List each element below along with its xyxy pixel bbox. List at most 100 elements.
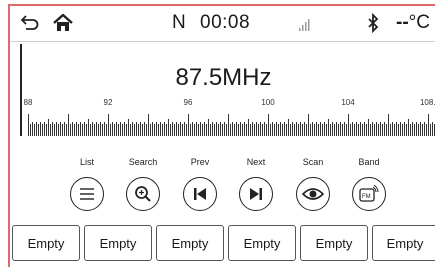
scale-tick bbox=[396, 122, 397, 136]
scale-tick bbox=[228, 114, 229, 136]
scale-tick bbox=[428, 114, 429, 136]
scale-tick bbox=[150, 124, 151, 136]
list-icon bbox=[70, 177, 104, 211]
scale-tick bbox=[48, 119, 49, 136]
scale-tick bbox=[196, 122, 197, 136]
scale-tick bbox=[372, 122, 373, 136]
prev-button[interactable]: Prev bbox=[180, 157, 220, 213]
scale-tick bbox=[332, 122, 333, 136]
scale-tick bbox=[414, 124, 415, 136]
scale-tick bbox=[320, 122, 321, 136]
scale-tick bbox=[276, 122, 277, 136]
scale-tick bbox=[170, 124, 171, 136]
search-label: Search bbox=[128, 157, 158, 167]
scale-tick bbox=[190, 124, 191, 136]
scale-tick bbox=[208, 119, 209, 136]
scale-tick bbox=[136, 122, 137, 136]
preset-button-4[interactable]: Empty bbox=[228, 225, 296, 261]
scale-tick bbox=[162, 124, 163, 136]
next-button[interactable]: Next bbox=[236, 157, 276, 213]
scale-tick bbox=[380, 122, 381, 136]
scale-tick bbox=[100, 122, 101, 136]
temperature-unit: °C bbox=[408, 12, 430, 33]
scale-tick bbox=[218, 124, 219, 136]
scale-tick bbox=[412, 122, 413, 136]
scale-tick bbox=[204, 122, 205, 136]
scale-tick bbox=[56, 122, 57, 136]
scale-tick bbox=[402, 124, 403, 136]
scale-tick bbox=[290, 124, 291, 136]
scale-tick bbox=[154, 124, 155, 136]
preset-bar: Empty Empty Empty Empty Empty Empty bbox=[10, 225, 435, 263]
scale-tick bbox=[160, 122, 161, 136]
preset-button-6[interactable]: Empty bbox=[372, 225, 435, 261]
scale-tick bbox=[140, 122, 141, 136]
preset-button-5[interactable]: Empty bbox=[300, 225, 368, 261]
scale-tick bbox=[30, 124, 31, 136]
svg-text:FM: FM bbox=[362, 194, 371, 200]
scale-tick bbox=[76, 122, 77, 136]
preset-button-2[interactable]: Empty bbox=[84, 225, 152, 261]
frequency-display: 87.5MHz bbox=[175, 64, 272, 91]
scale-tick bbox=[420, 122, 421, 136]
scale-tick bbox=[92, 122, 93, 136]
scale-tick bbox=[284, 122, 285, 136]
scale-tick bbox=[272, 122, 273, 136]
band-indicator: N bbox=[172, 12, 186, 33]
scale-label: 104 bbox=[341, 98, 355, 107]
scale-tick bbox=[242, 124, 243, 136]
scale-tick bbox=[298, 124, 299, 136]
scale-tick bbox=[138, 124, 139, 136]
search-button[interactable]: Search bbox=[123, 157, 163, 213]
scale-tick bbox=[400, 122, 401, 136]
signal-bars-icon bbox=[299, 19, 310, 31]
scale-tick bbox=[40, 122, 41, 136]
scale-tick bbox=[246, 124, 247, 136]
scale-tick bbox=[316, 122, 317, 136]
scale-tick bbox=[236, 122, 237, 136]
scale-tick bbox=[282, 124, 283, 136]
scan-eye-icon bbox=[296, 177, 330, 211]
scale-tick bbox=[426, 124, 427, 136]
scan-button[interactable]: Scan bbox=[293, 157, 333, 213]
home-icon[interactable] bbox=[52, 12, 74, 34]
scale-tick bbox=[270, 124, 271, 136]
scale-tick bbox=[82, 124, 83, 136]
scale-tick bbox=[182, 124, 183, 136]
scale-tick bbox=[378, 124, 379, 136]
scale-tick bbox=[222, 124, 223, 136]
scale-tick bbox=[418, 124, 419, 136]
frequency-scale[interactable]: 88 92 96 100 104 108.0 bbox=[24, 98, 435, 138]
radio-screen: N 00:08 --°C 87.5MHz 88 92 96 100 104 10… bbox=[8, 4, 435, 267]
scale-tick bbox=[410, 124, 411, 136]
scale-tick bbox=[102, 124, 103, 136]
scale-tick bbox=[234, 124, 235, 136]
scale-tick bbox=[54, 124, 55, 136]
scale-tick bbox=[206, 124, 207, 136]
preset-button-1[interactable]: Empty bbox=[12, 225, 80, 261]
scale-tick bbox=[68, 114, 69, 136]
scale-tick bbox=[118, 124, 119, 136]
scale-tick bbox=[432, 122, 433, 136]
scale-tick bbox=[336, 122, 337, 136]
back-arrow-icon[interactable] bbox=[18, 12, 40, 34]
scale-tick bbox=[226, 124, 227, 136]
scale-tick bbox=[314, 124, 315, 136]
scale-tick bbox=[178, 124, 179, 136]
scale-tick bbox=[174, 124, 175, 136]
status-bar: N 00:08 --°C bbox=[10, 6, 435, 42]
scale-tick bbox=[46, 124, 47, 136]
scale-tick bbox=[310, 124, 311, 136]
scale-tick bbox=[376, 122, 377, 136]
scale-label: 88 bbox=[24, 98, 33, 107]
list-button[interactable]: List bbox=[67, 157, 107, 213]
scale-tick bbox=[274, 124, 275, 136]
scale-tick bbox=[70, 124, 71, 136]
scale-tick bbox=[108, 114, 109, 136]
band-button[interactable]: Band FM bbox=[349, 157, 389, 213]
scale-tick bbox=[346, 124, 347, 136]
scale-tick bbox=[280, 122, 281, 136]
scale-tick bbox=[126, 124, 127, 136]
preset-button-3[interactable]: Empty bbox=[156, 225, 224, 261]
clock: 00:08 bbox=[200, 12, 251, 33]
